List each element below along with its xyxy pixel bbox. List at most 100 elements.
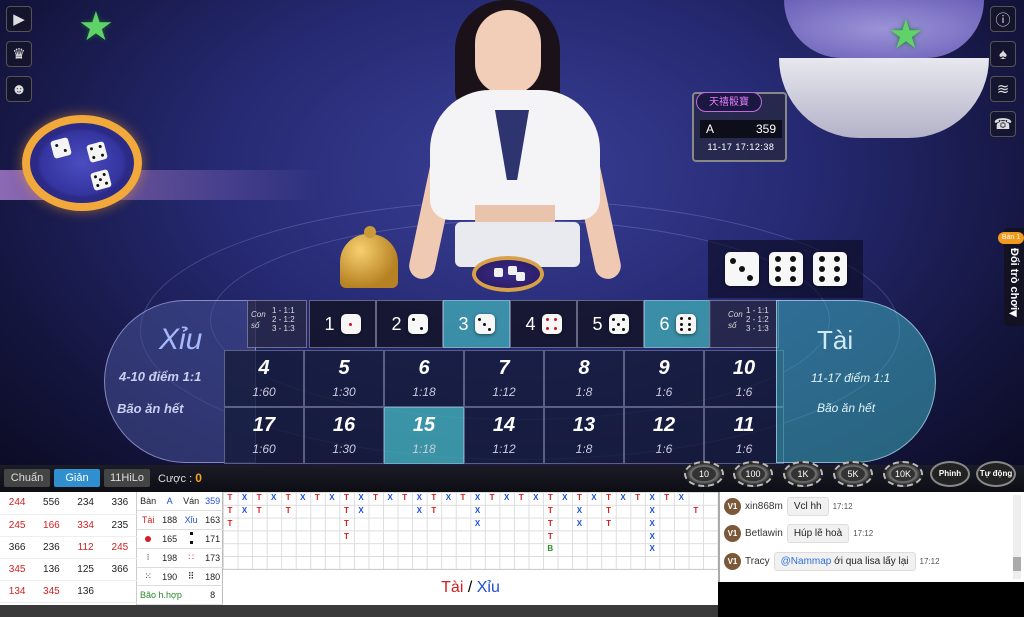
stand-round-number: 359 xyxy=(755,122,776,136)
total-bet-10[interactable]: 10 1:6 xyxy=(704,350,784,407)
single-bet-2[interactable]: 2 xyxy=(376,300,443,348)
auto-button[interactable]: Tự động xyxy=(976,461,1016,487)
road-mark: X xyxy=(300,493,306,502)
total-bet-15[interactable]: 15 1:18 xyxy=(384,407,464,464)
road-mark: X xyxy=(474,493,481,502)
round-info-stand: 天禧骰寶 A 359 11-17 17:12:38 xyxy=(692,92,787,162)
road-mark: X xyxy=(387,493,393,502)
chat-scrollbar[interactable] xyxy=(1013,495,1021,579)
road-mark: X xyxy=(649,505,655,515)
phone-icon[interactable]: ☎ xyxy=(990,111,1016,137)
total-bet-14[interactable]: 14 1:12 xyxy=(464,407,544,464)
road-mark: X xyxy=(649,531,655,541)
road-mark: T xyxy=(344,518,349,528)
die-face-2-icon xyxy=(407,314,428,334)
crown-icon[interactable]: ♛ xyxy=(6,41,32,67)
total-bet-6[interactable]: 6 1:18 xyxy=(384,350,464,407)
chip-1k[interactable]: 1K xyxy=(783,461,823,487)
road-mark: T xyxy=(402,493,408,502)
road-mark: T xyxy=(256,505,262,515)
total-bet-8[interactable]: 8 1:8 xyxy=(544,350,624,407)
bet-label: Cược : xyxy=(158,473,193,485)
total-bet-13[interactable]: 13 1:8 xyxy=(544,407,624,464)
chip-10k[interactable]: 10K xyxy=(883,461,923,487)
total-bet-9[interactable]: 9 1:6 xyxy=(624,350,704,407)
die-face-1-icon xyxy=(340,314,361,334)
result-die-2-icon xyxy=(768,252,803,286)
chip-button[interactable]: Phỉnh xyxy=(930,461,970,487)
road-mark: X xyxy=(358,505,364,515)
total-bet-11[interactable]: 11 1:6 xyxy=(704,407,784,464)
single-bet-6[interactable]: 6 xyxy=(644,300,711,348)
road-mark: X xyxy=(474,505,481,515)
history-row: 134 345 136 xyxy=(0,580,137,603)
road-mark: X xyxy=(241,493,248,502)
single-bet-5[interactable]: 5 xyxy=(577,300,644,348)
vip-badge-icon: V1 xyxy=(724,552,741,570)
change-game-tab[interactable]: Bàn 1 Đổi trò chơi ◀ xyxy=(998,228,1024,326)
dealer-figure xyxy=(406,0,624,290)
road-mark: T xyxy=(576,493,582,502)
spade-icon[interactable]: ♠ xyxy=(990,41,1016,67)
tab-chuan[interactable]: Chuẩn xyxy=(4,469,50,487)
total-bet-5[interactable]: 5 1:30 xyxy=(304,350,384,407)
total-bet-17[interactable]: 17 1:60 xyxy=(224,407,304,464)
road-mark: X xyxy=(562,493,568,502)
road-mark: X xyxy=(241,505,248,515)
dice-history-table: 244 556 234 336 245 166 334 235 366 236 112 245 345 1… xyxy=(0,492,137,605)
tai-note: Bão ăn hết xyxy=(817,401,876,415)
red-dot-icon xyxy=(137,529,160,549)
pedestal-top xyxy=(784,0,984,58)
single-bet-1[interactable]: 1 xyxy=(309,300,376,348)
chip-5k[interactable]: 5K xyxy=(833,461,873,487)
vip-badge-icon: V1 xyxy=(724,497,741,515)
die-face-4-icon xyxy=(541,314,562,334)
right-toolbar: ⓘ ♠ ≋ ☎ xyxy=(990,6,1016,146)
stat-xiu-count: 163 xyxy=(202,510,223,531)
stat-table-id: A xyxy=(159,492,180,512)
stat-ban-label: Bàn xyxy=(137,492,160,512)
road-mark: T xyxy=(460,493,466,502)
total-bet-12[interactable]: 12 1:6 xyxy=(624,407,704,464)
single-number-info-left: Con số 1 - 1:1 2 - 1:2 3 - 1:3 xyxy=(247,300,307,348)
info-icon[interactable]: ⓘ xyxy=(990,6,1016,32)
history-row: 366 236 112 245 xyxy=(0,536,137,559)
bet-bar: Chuẩn Giản 11HiLo Cược : 0 10 100 1K 5K … xyxy=(0,461,1024,492)
road-mark: X xyxy=(416,505,422,515)
history-row: 245 166 334 235 xyxy=(0,514,137,537)
chat-message: V1 Tracy @Nammap ới qua lisa lấy lại 17:… xyxy=(724,549,940,573)
road-mark: T xyxy=(344,531,349,541)
road-mark: T xyxy=(431,505,437,515)
road-mark: X xyxy=(474,518,481,528)
chat-text: Vcl hh xyxy=(786,496,829,516)
wifi-icon[interactable]: ≋ xyxy=(990,76,1016,102)
chip-10[interactable]: 10 xyxy=(684,461,724,487)
road-mark: T xyxy=(227,493,233,502)
total-bet-4[interactable]: 4 1:60 xyxy=(224,350,304,407)
game-window: ▶ ♛ ☻ ★ ★ ⓘ ♠ ≋ ☎ 天禧骰寶 A 359 11-17 17:12… xyxy=(0,0,1024,617)
road-map-title[interactable]: Tài / Xỉu xyxy=(223,569,718,605)
chat-user: xin868m xyxy=(745,500,783,512)
history-row: 244 556 234 336 xyxy=(0,492,137,515)
chat-input-area[interactable] xyxy=(718,582,1024,617)
total-bet-7[interactable]: 7 1:12 xyxy=(464,350,544,407)
tab-11hilo[interactable]: 11HiLo xyxy=(104,469,150,487)
single-bet-4[interactable]: 4 xyxy=(510,300,577,348)
video-icon[interactable]: ▶ xyxy=(6,6,32,32)
road-mark: T xyxy=(344,505,349,515)
total-bet-16[interactable]: 16 1:30 xyxy=(304,407,384,464)
dice-bowl xyxy=(472,256,544,292)
road-mark: X xyxy=(576,518,583,528)
user-icon[interactable]: ☻ xyxy=(6,76,32,102)
road-mark: X xyxy=(576,505,583,515)
chip-100[interactable]: 100 xyxy=(733,461,773,487)
tai-bet-area[interactable]: Tài 11-17 điểm 1:1 Bão ăn hết xyxy=(776,300,936,463)
single-bet-3[interactable]: 3 xyxy=(443,300,510,348)
road-mark: T xyxy=(227,518,233,528)
stat-triple-label: Bão h.hợp xyxy=(137,585,203,606)
die-face-6-icon xyxy=(675,314,696,334)
chat-time: 17:12 xyxy=(832,501,853,511)
result-dice-panel xyxy=(708,240,863,298)
tab-gian[interactable]: Giản xyxy=(54,469,100,487)
dice-cover-bell xyxy=(340,226,398,288)
